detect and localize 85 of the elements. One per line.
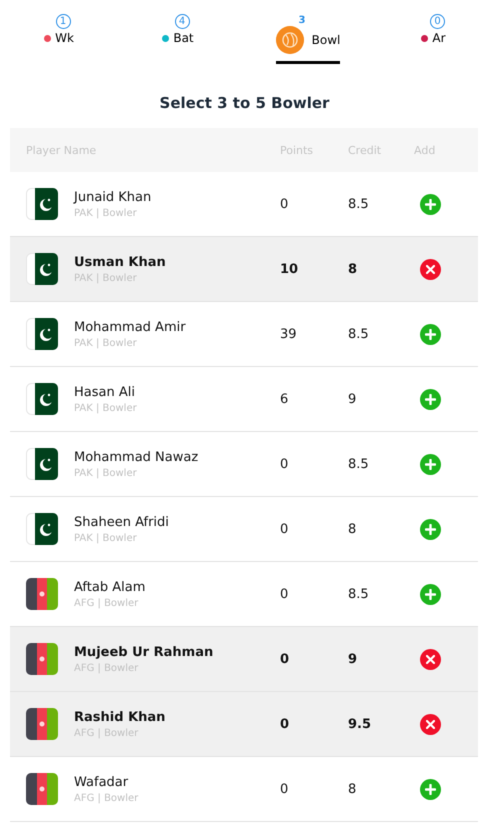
player-row[interactable]: Hasan Ali PAK | Bowler 6 9 [10, 367, 478, 432]
player-info: PAK | Bowler [74, 468, 138, 478]
credit-cell-text: 9 [348, 392, 358, 406]
player-info: AFG | Bowler [74, 598, 140, 608]
points-cell-text: 0 [280, 522, 290, 536]
flag-icon [26, 643, 58, 675]
player-name: Shaheen Afridi [74, 514, 170, 530]
player-info: PAK | Bowler [74, 402, 138, 414]
player-name: Mujeeb Ur Rahman [74, 644, 214, 660]
plus-icon [425, 784, 436, 794]
count-badge: 0 [430, 14, 445, 29]
credit-cell-text: 8.5 [348, 456, 370, 472]
flag-icon [26, 578, 58, 610]
remove-button[interactable] [420, 714, 441, 734]
tab-label: Wk [55, 31, 74, 45]
remove-button[interactable] [420, 258, 441, 280]
add-button[interactable] [420, 194, 441, 214]
tab-label: Bowl [312, 33, 340, 47]
count-badge: 4 [174, 14, 190, 29]
close-icon [426, 264, 435, 274]
player-row[interactable]: Wafadar AFG | Bowler 0 8 [10, 757, 478, 822]
credit-cell-text: 8 [348, 522, 358, 536]
add-button[interactable] [420, 454, 441, 474]
plus-icon [425, 458, 436, 470]
tab-label: Bat [173, 31, 194, 45]
add-button[interactable] [420, 778, 441, 800]
player-row[interactable]: Shaheen Afridi PAK | Bowler 0 8 [10, 497, 478, 562]
credit-cell-text: 9 [348, 652, 358, 666]
player-info: PAK | Bowler [74, 338, 138, 348]
remove-button[interactable] [420, 648, 441, 670]
player-name: Usman Khan [74, 254, 167, 270]
points-cell-text: 10 [280, 262, 300, 276]
tab-label: Ar [432, 31, 446, 45]
flag-icon [26, 188, 58, 220]
position-tab[interactable]: 3 Bowl [276, 14, 340, 64]
plus-icon [425, 588, 436, 600]
position-tab[interactable]: 0 Ar [378, 14, 489, 64]
flag-icon [26, 448, 58, 480]
flag-icon [26, 383, 58, 415]
flag-icon [26, 708, 58, 740]
points-cell-text: 0 [280, 652, 290, 666]
points-cell-text: 0 [280, 716, 290, 732]
add-button[interactable] [420, 388, 441, 410]
credit-cell-text: 8 [348, 782, 358, 796]
plus-icon [425, 328, 436, 340]
plus-icon [425, 524, 436, 534]
player-name: Aftab Alam [74, 580, 146, 594]
points-cell-text: 39 [280, 326, 298, 342]
points-cell-text: 0 [280, 782, 290, 796]
credit-cell-text: 8.5 [348, 326, 370, 342]
player-name: Rashid Khan [74, 710, 166, 724]
section-heading: Select 3 to 5 Bowler [158, 94, 330, 112]
flag-icon [26, 318, 58, 350]
points-cell-text: 0 [280, 196, 290, 212]
tab-count: 3 [298, 14, 306, 26]
points-cell-text: 0 [280, 456, 290, 472]
points-cell-text: 0 [280, 586, 290, 602]
credit-cell-text: 8.5 [348, 196, 370, 212]
add-button[interactable] [420, 324, 441, 344]
close-icon [426, 654, 435, 664]
count-badge: 1 [56, 14, 70, 29]
player-row[interactable]: Mohammad Amir PAK | Bowler 39 8.5 [10, 302, 478, 367]
close-icon [426, 720, 435, 728]
position-tab[interactable]: 4 Bat [118, 14, 238, 64]
player-name: Hasan Ali [74, 384, 136, 400]
plus-icon [425, 198, 436, 210]
flag-icon [26, 513, 58, 545]
player-name: Wafadar [74, 774, 130, 790]
player-name: Junaid Khan [74, 190, 152, 204]
player-info: PAK | Bowler [74, 208, 138, 218]
flag-icon [26, 253, 58, 285]
add-button[interactable] [420, 518, 441, 540]
player-row[interactable]: Mohammad Nawaz PAK | Bowler 0 8.5 [10, 432, 478, 497]
points-cell-text: 6 [280, 392, 290, 406]
player-name: Mohammad Amir [74, 320, 187, 334]
player-name: Mohammad Nawaz [74, 450, 200, 464]
credit-cell-text: 8 [348, 262, 358, 276]
position-tab[interactable]: 1 Wk [0, 14, 118, 64]
plus-icon [425, 394, 436, 404]
credit-cell-text: 8.5 [348, 586, 370, 602]
add-button[interactable] [420, 584, 441, 604]
player-info: PAK | Bowler [74, 532, 138, 544]
player-info: AFG | Bowler [74, 792, 140, 804]
credit-cell-text: 9.5 [348, 716, 372, 732]
flag-icon [26, 773, 58, 805]
